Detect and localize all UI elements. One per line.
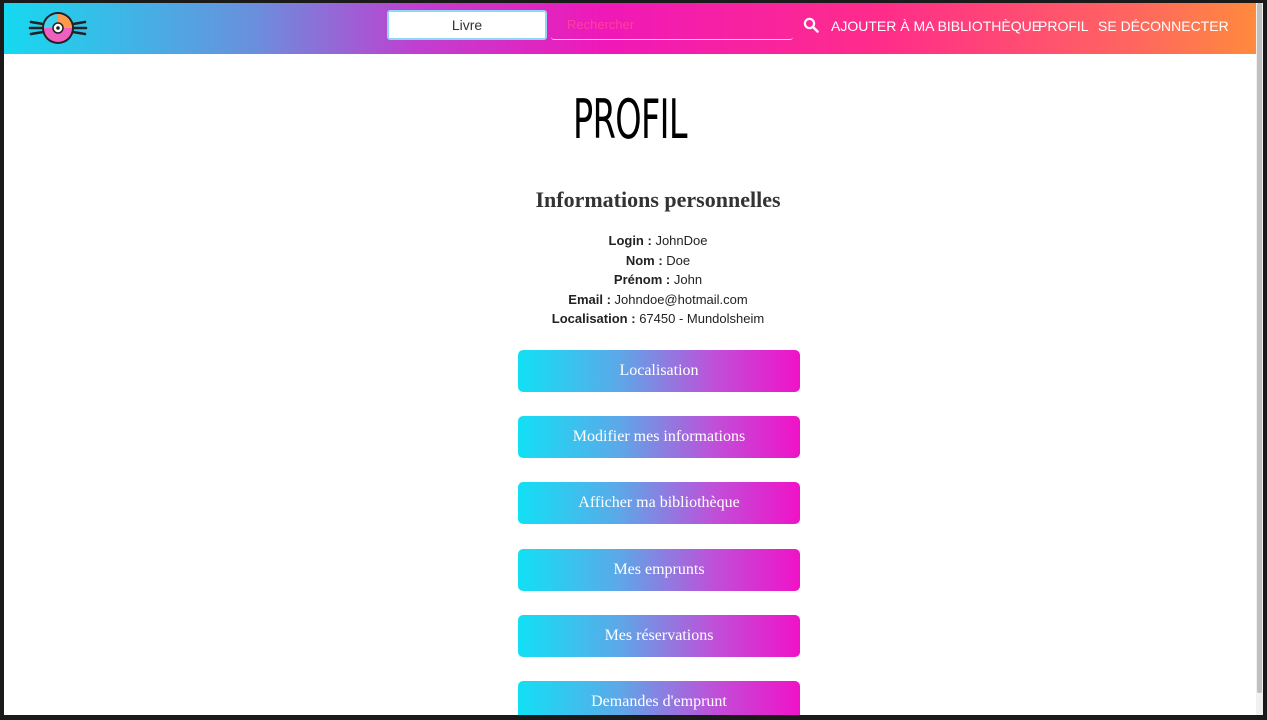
scrollbar-thumb[interactable] — [1257, 3, 1262, 693]
info-localisation-label: Localisation : — [551, 311, 636, 326]
search-input[interactable] — [551, 10, 793, 40]
info-login: Login : JohnDoe — [4, 231, 1256, 251]
top-navbar: Livre AJOUTER À MA BIBLIOTHÈQUE PROFIL S… — [4, 3, 1256, 54]
info-nom: Nom : Doe — [4, 251, 1256, 271]
search-icon[interactable] — [803, 17, 819, 33]
info-localisation: Localisation : 67450 - Mundolsheim — [4, 309, 1256, 329]
info-login-value: JohnDoe — [655, 233, 708, 248]
localisation-button[interactable]: Localisation — [518, 350, 800, 392]
loan-requests-button[interactable]: Demandes d'emprunt — [518, 681, 800, 715]
info-prenom-value: John — [673, 272, 703, 287]
book-disc-logo-icon[interactable] — [28, 9, 88, 47]
browser-viewport: Livre AJOUTER À MA BIBLIOTHÈQUE PROFIL S… — [4, 3, 1256, 715]
info-prenom: Prénom : John — [4, 270, 1256, 290]
info-localisation-value: 67450 - Mundolsheim — [639, 311, 765, 326]
nav-link-profile[interactable]: PROFIL — [1038, 18, 1089, 34]
my-loans-button[interactable]: Mes emprunts — [518, 549, 800, 591]
info-email: Email : Johndoe@hotmail.com — [4, 290, 1256, 310]
page-title: PROFIL — [573, 88, 687, 151]
section-title: Informations personnelles — [535, 187, 781, 212]
personal-info-list: Login : JohnDoe Nom : Doe Prénom : John … — [4, 231, 1256, 329]
info-email-value: Johndoe@hotmail.com — [614, 291, 748, 307]
info-nom-value: Doe — [666, 252, 691, 268]
category-select[interactable]: Livre — [387, 10, 547, 40]
show-library-button[interactable]: Afficher ma bibliothèque — [518, 482, 800, 524]
edit-info-button[interactable]: Modifier mes informations — [518, 416, 800, 458]
nav-link-logout[interactable]: SE DÉCONNECTER — [1098, 18, 1229, 34]
info-email-label: Email : — [568, 291, 611, 307]
info-login-label: Login : — [608, 233, 652, 248]
category-select-value: Livre — [451, 17, 483, 33]
my-reservations-button[interactable]: Mes réservations — [518, 615, 800, 657]
nav-link-add-to-library[interactable]: AJOUTER À MA BIBLIOTHÈQUE — [831, 18, 1041, 34]
info-nom-label: Nom : — [625, 252, 663, 268]
info-prenom-label: Prénom : — [613, 272, 671, 287]
vertical-scrollbar[interactable] — [1256, 3, 1263, 715]
